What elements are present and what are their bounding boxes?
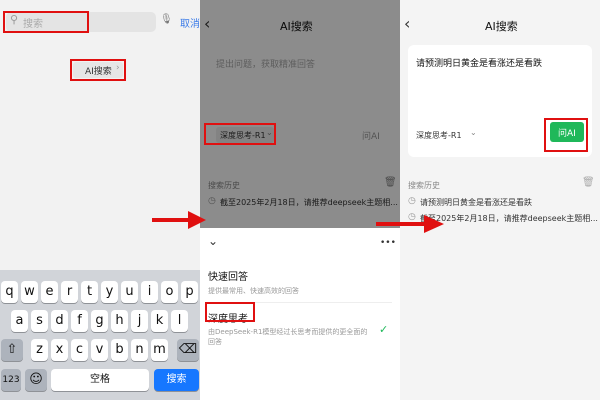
key-v[interactable]: v xyxy=(91,339,108,361)
emoji-key[interactable]: ☺ xyxy=(25,369,47,391)
key-g[interactable]: g xyxy=(91,310,108,332)
clock-icon: ◷ xyxy=(208,196,216,206)
key-q[interactable]: q xyxy=(1,281,18,303)
shift-key[interactable]: ⇧ xyxy=(1,339,23,361)
chevron-down-icon: ⌄ xyxy=(470,128,477,137)
history-item-text: 截至2025年2月18日，请推荐deepseek主题相... xyxy=(420,214,598,223)
history-item-text: 截至2025年2月18日，请推荐deepseek主题相... xyxy=(220,198,398,207)
page-title: AI搜索 xyxy=(280,20,313,33)
arrow-right-icon xyxy=(152,211,206,229)
keyboard: q w e r t y u i o p a s d f g h j k l ⇧ … xyxy=(0,270,200,400)
trash-icon[interactable]: 🗑 xyxy=(384,177,397,188)
key-o[interactable]: o xyxy=(161,281,178,303)
history-label: 搜索历史 xyxy=(208,181,240,190)
shift-icon: ⇧ xyxy=(6,342,18,357)
trash-icon[interactable]: 🗑 xyxy=(582,177,595,188)
key-j[interactable]: j xyxy=(131,310,148,332)
ask-ai-highlight xyxy=(544,118,588,152)
ai-search-mode-screen: ‹ AI搜索 提出问题，获取精准回答 深度思考-R1 ⌄ 问AI 搜索历史 🗑 … xyxy=(200,0,400,400)
question-placeholder: 提出问题，获取精准回答 xyxy=(216,60,316,70)
key-a[interactable]: a xyxy=(11,310,28,332)
emoji-icon: ☺ xyxy=(29,372,43,387)
ai-search-query-screen: ‹ AI搜索 请预测明日黄金是看涨还是看跌 深度思考-R1 ⌄ 问AI 搜索历史… xyxy=(400,0,600,400)
key-n[interactable]: n xyxy=(131,339,148,361)
key-m[interactable]: m xyxy=(151,339,168,361)
back-icon[interactable]: ‹ xyxy=(204,14,210,33)
key-w[interactable]: w xyxy=(21,281,38,303)
key-e[interactable]: e xyxy=(41,281,58,303)
history-item-text: 请预测明日黄金是看涨还是看跌 xyxy=(420,198,532,207)
key-x[interactable]: x xyxy=(51,339,68,361)
history-label: 搜索历史 xyxy=(408,181,440,190)
key-h[interactable]: h xyxy=(111,310,128,332)
key-u[interactable]: u xyxy=(121,281,138,303)
key-b[interactable]: b xyxy=(111,339,128,361)
check-icon: ✓ xyxy=(379,323,389,336)
key-r[interactable]: r xyxy=(61,281,78,303)
backspace-icon: ⌫ xyxy=(178,342,198,357)
numbers-key[interactable]: 123 xyxy=(1,369,21,391)
key-s[interactable]: s xyxy=(31,310,48,332)
collapse-chevron-icon[interactable]: ⌄ xyxy=(208,234,218,248)
key-z[interactable]: z xyxy=(31,339,48,361)
key-c[interactable]: c xyxy=(71,339,88,361)
page-title: AI搜索 xyxy=(485,20,518,33)
key-f[interactable]: f xyxy=(71,310,88,332)
mode-selector-highlight xyxy=(204,123,276,145)
history-item[interactable]: ◷ 请预测明日黄金是看涨还是看跌 xyxy=(408,196,596,210)
option-deep-think-highlight xyxy=(205,302,255,322)
backspace-key[interactable]: ⌫ xyxy=(177,339,199,361)
history-item[interactable]: ◷ 截至2025年2月18日，请推荐deepseek主题相... xyxy=(208,196,398,210)
back-icon[interactable]: ‹ xyxy=(404,14,410,33)
more-icon[interactable]: ••• xyxy=(380,238,396,248)
option-fast-answer-desc: 提供最常用、快速高效的回答 xyxy=(208,287,299,295)
key-i[interactable]: i xyxy=(141,281,158,303)
key-y[interactable]: y xyxy=(101,281,118,303)
key-k[interactable]: k xyxy=(151,310,168,332)
search-input-highlight xyxy=(3,11,89,33)
search-screen: ⚲ 搜索 🎙 取消 AI搜索 › q w e r t y u i o p a s… xyxy=(0,0,200,400)
key-l[interactable]: l xyxy=(171,310,188,332)
question-text: 请预测明日黄金是看涨还是看跌 xyxy=(416,59,543,69)
key-t[interactable]: t xyxy=(81,281,98,303)
ask-ai-button[interactable]: 问AI xyxy=(362,129,380,142)
mode-selector-label: 深度思考-R1 xyxy=(416,131,462,140)
microphone-icon: 🎙 xyxy=(160,14,173,25)
key-p[interactable]: p xyxy=(181,281,198,303)
mode-selector[interactable]: 深度思考-R1 ⌄ xyxy=(416,127,477,143)
clock-icon: ◷ xyxy=(408,196,416,206)
key-d[interactable]: d xyxy=(51,310,68,332)
ai-search-chip-highlight xyxy=(70,59,126,81)
option-deep-think-desc: 由DeepSeek-R1模型经过长思考而提供的更全面的回答 xyxy=(208,328,368,346)
space-key[interactable]: 空格 xyxy=(51,369,149,391)
option-fast-answer[interactable]: 快速回答 提供最常用、快速高效的回答 xyxy=(200,264,400,300)
cancel-button[interactable]: 取消 xyxy=(180,15,200,30)
option-fast-answer-title: 快速回答 xyxy=(208,272,248,283)
arrow-right-icon xyxy=(376,215,444,233)
search-key[interactable]: 搜索 xyxy=(154,369,199,391)
